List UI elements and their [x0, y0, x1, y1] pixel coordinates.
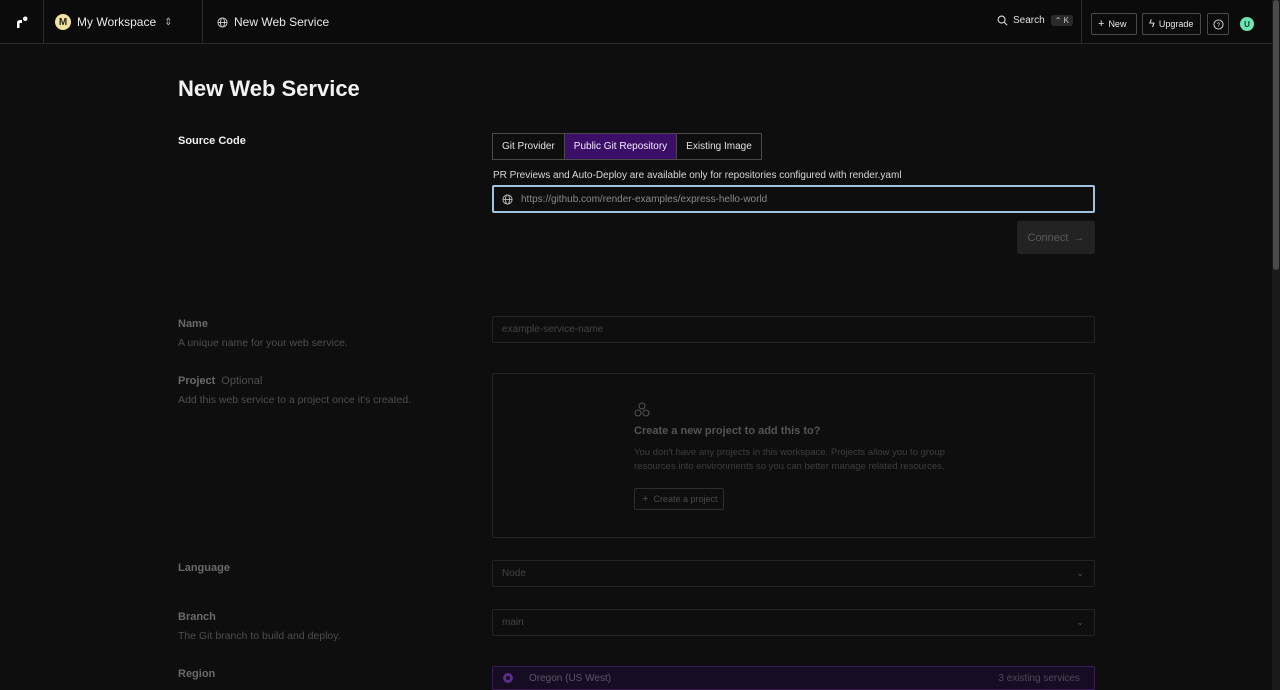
region-value: Oregon (US West): [529, 672, 612, 684]
page-title: New Web Service: [178, 76, 360, 101]
upgrade-label: Upgrade: [1158, 19, 1194, 29]
scrollbar-thumb[interactable]: [1273, 0, 1279, 270]
plus-icon: +: [1098, 18, 1105, 30]
region-option-oregon[interactable]: Oregon (US West) 3 existing services: [492, 666, 1095, 690]
chevron-updown-icon: ⇕: [164, 16, 173, 28]
repository-url-field[interactable]: [492, 185, 1095, 213]
service-name-input[interactable]: example-service-name: [492, 316, 1095, 343]
globe-icon: [502, 193, 513, 205]
service-name-placeholder: example-service-name: [502, 324, 604, 335]
name-label: Name: [178, 318, 208, 330]
connect-label: Connect: [1027, 231, 1069, 244]
tab-existing-image[interactable]: Existing Image: [677, 134, 761, 159]
language-label: Language: [178, 562, 230, 574]
tab-git-provider[interactable]: Git Provider: [493, 134, 565, 159]
region-service-count: 3 existing services: [998, 672, 1080, 684]
project-description: Add this web service to a project once i…: [178, 394, 412, 406]
globe-icon: [217, 16, 228, 28]
workspace-avatar: M: [55, 14, 71, 30]
chevron-down-icon: ⌄: [1076, 568, 1084, 578]
tab-public-git-repository[interactable]: Public Git Repository: [564, 134, 678, 159]
create-project-label: Create a project: [653, 494, 718, 504]
render-yaml-hint: PR Previews and Auto-Deploy are availabl…: [493, 170, 902, 181]
topbar-divider: [1081, 0, 1082, 44]
search-label: Search: [1013, 15, 1045, 26]
search-icon: [997, 15, 1008, 26]
help-icon: ?: [1212, 18, 1224, 30]
branch-value: main: [502, 617, 524, 628]
branch-select[interactable]: main ⌄: [492, 609, 1095, 636]
page-scrollbar[interactable]: [1272, 0, 1280, 690]
source-code-label: Source Code: [178, 135, 246, 147]
user-avatar[interactable]: U: [1240, 17, 1254, 31]
projects-icon: [634, 402, 650, 417]
create-project-button[interactable]: + Create a project: [634, 488, 724, 510]
branch-description: The Git branch to build and deploy.: [178, 630, 341, 642]
new-label: New: [1108, 19, 1127, 29]
workspace-switcher[interactable]: M My Workspace ⇕: [44, 0, 203, 44]
breadcrumb: New Web Service: [217, 0, 329, 44]
name-description: A unique name for your web service.: [178, 337, 348, 349]
workspace-name: My Workspace: [77, 15, 157, 29]
branch-label: Branch: [178, 611, 216, 623]
source-type-tabs: Git Provider Public Git Repository Exist…: [492, 133, 762, 160]
new-button[interactable]: + New: [1091, 13, 1137, 35]
search-shortcut: ⌃ K: [1050, 15, 1073, 26]
project-empty-title: Create a new project to add this to?: [634, 425, 821, 437]
upgrade-button[interactable]: ϟ Upgrade: [1142, 13, 1201, 35]
project-label: Project Optional: [178, 375, 262, 387]
repository-url-input[interactable]: [521, 193, 1061, 205]
region-label: Region: [178, 668, 216, 680]
radio-selected-icon: [503, 673, 513, 683]
language-value: Node: [502, 568, 526, 579]
top-bar: M My Workspace ⇕ New Web Service Search …: [0, 0, 1272, 44]
plus-icon: +: [642, 493, 649, 505]
svg-text:?: ?: [1216, 21, 1220, 28]
project-label-text: Project: [178, 375, 216, 387]
help-button[interactable]: ?: [1207, 13, 1229, 35]
connect-button[interactable]: Connect →: [1017, 221, 1095, 254]
arrow-right-icon: →: [1073, 231, 1085, 244]
search-button[interactable]: Search ⌃ K: [997, 15, 1073, 26]
chevron-down-icon: ⌄: [1076, 617, 1084, 627]
breadcrumb-current: New Web Service: [234, 15, 330, 29]
render-logo[interactable]: [0, 0, 44, 44]
logo-icon: [16, 16, 27, 28]
lightning-icon: ϟ: [1149, 18, 1155, 30]
optional-tag: Optional: [221, 375, 263, 387]
language-select[interactable]: Node ⌄: [492, 560, 1095, 587]
project-empty-description: You don't have any projects in this work…: [634, 447, 945, 472]
